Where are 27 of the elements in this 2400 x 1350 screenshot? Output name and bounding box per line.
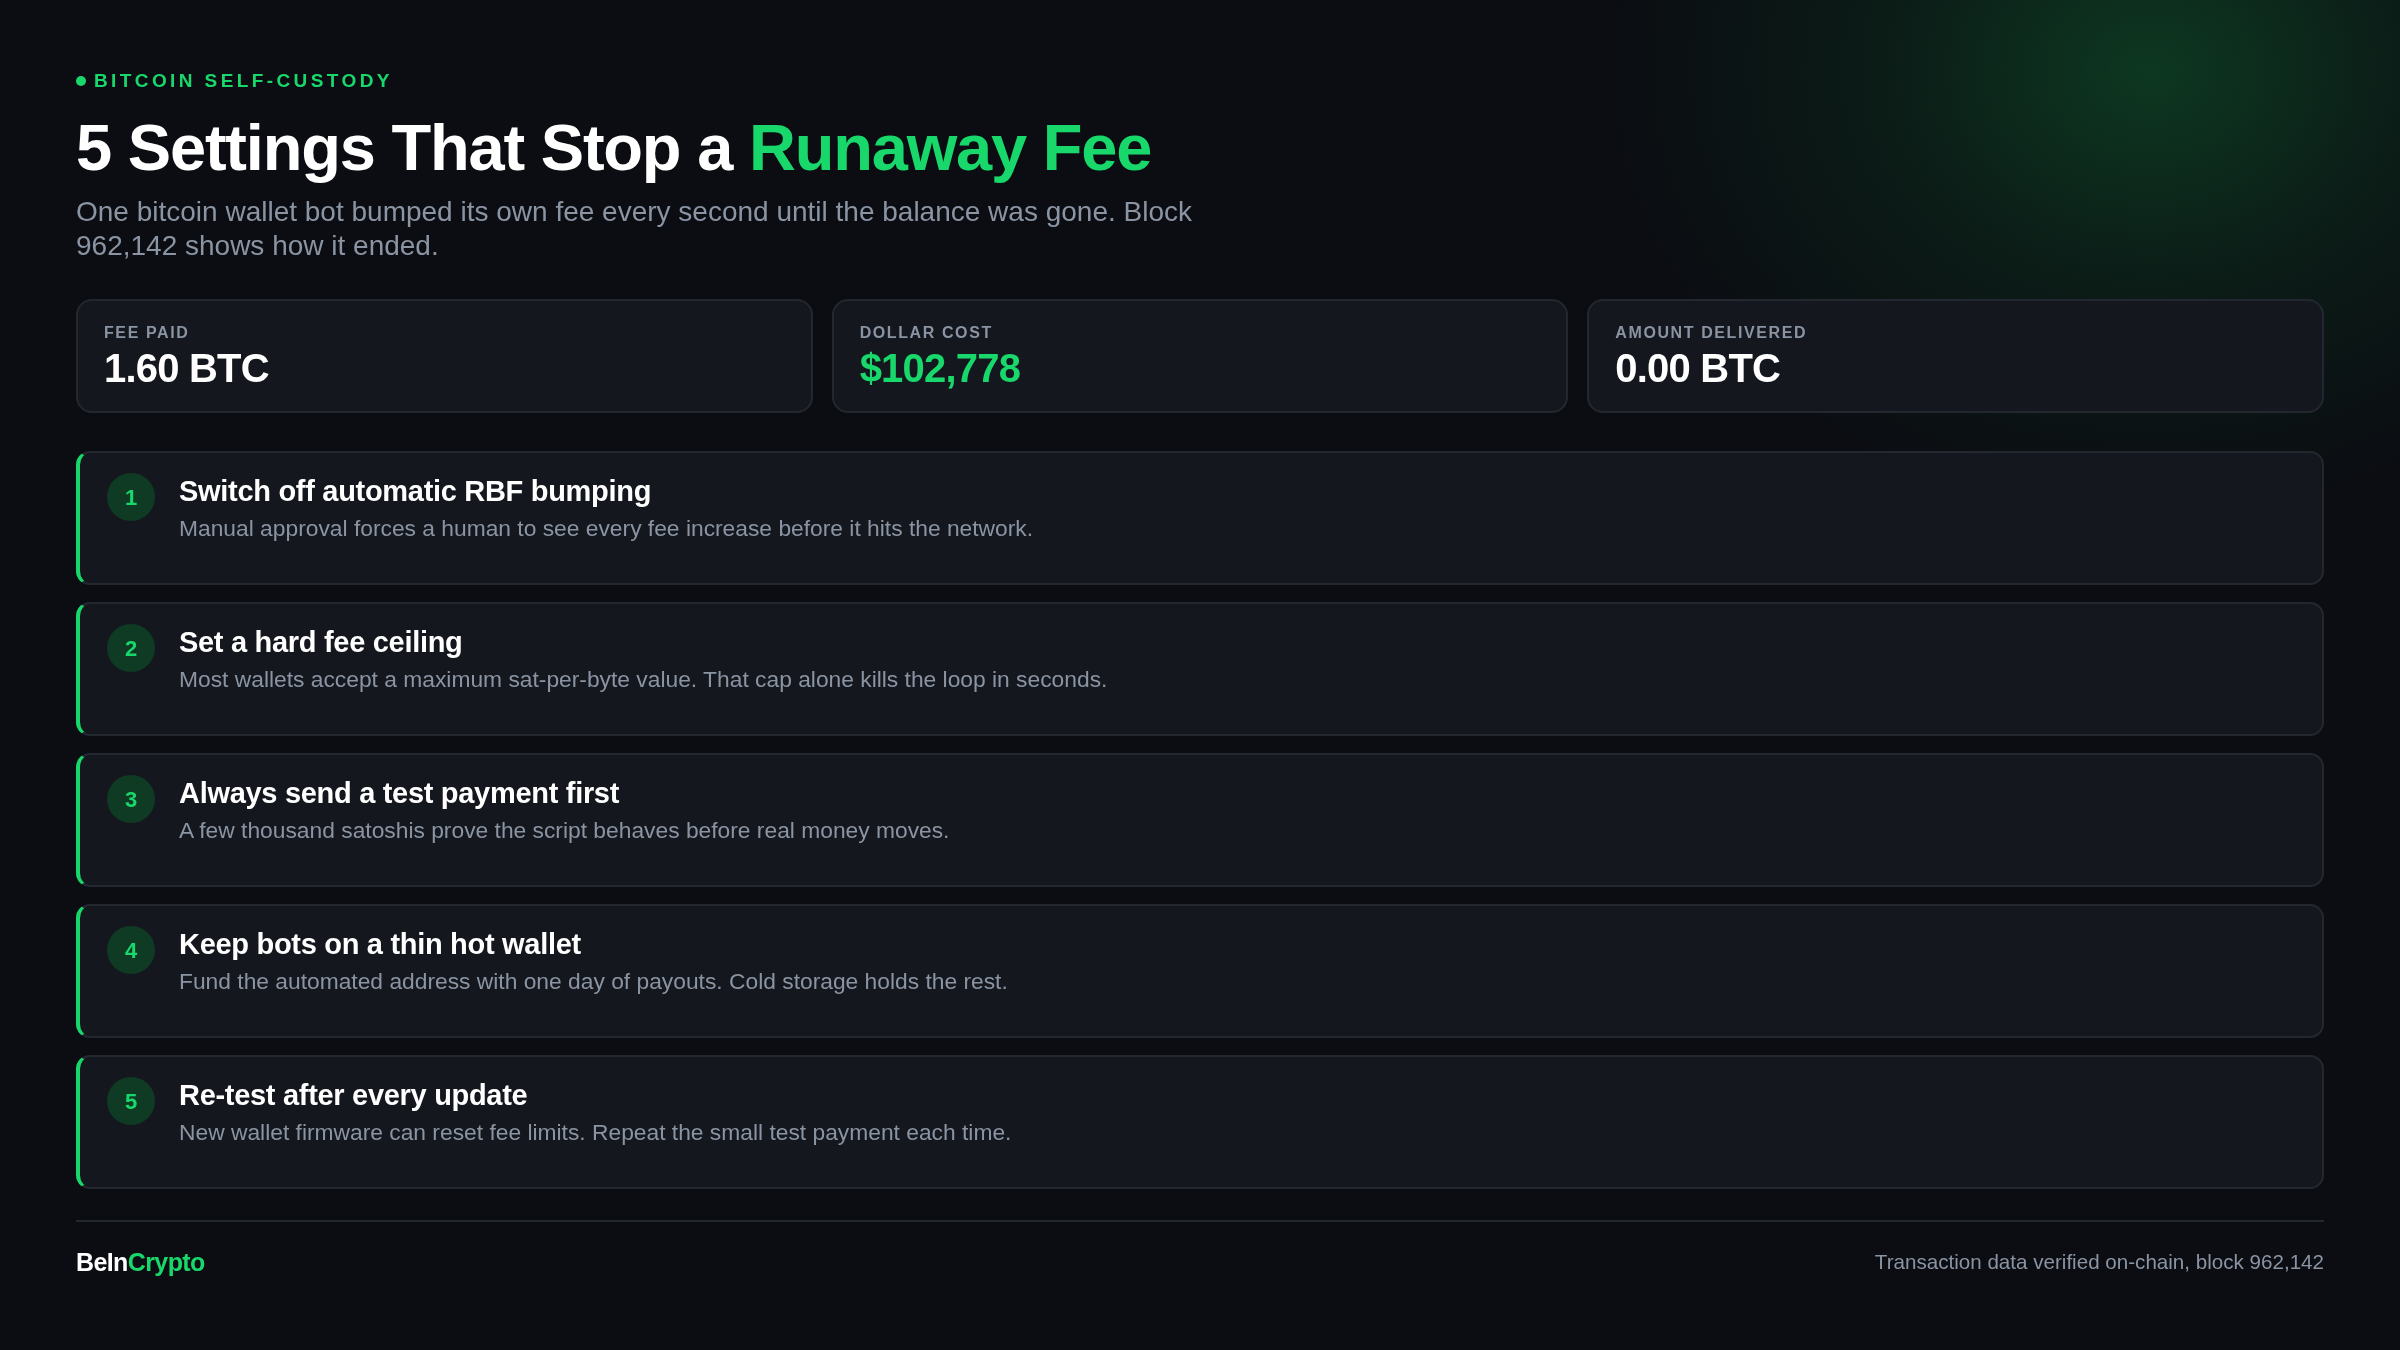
step-description: Manual approval forces a human to see every fee increase before it hits the network. [179, 514, 1034, 543]
step-number-badge: 2 [107, 624, 155, 672]
page-title: 5 Settings That Stop a Runaway Fee [76, 111, 1153, 185]
step-description: Fund the automated address with one day of payouts. Cold storage holds the rest. [179, 967, 1008, 996]
step-description: A few thousand satoshis prove the script behaves before real money moves. [179, 816, 950, 845]
step-number-badge: 3 [107, 775, 155, 823]
stat-label: FEE PAID [104, 323, 190, 343]
step-number-badge: 1 [107, 473, 155, 521]
brand-logo: BeInCrypto [76, 1247, 205, 1278]
stat-label: DOLLAR COST [859, 323, 993, 343]
step-title: Re-test after every update [179, 1078, 528, 1113]
step-title: Switch off automatic RBF bumping [179, 474, 652, 509]
step-number-badge: 4 [107, 926, 155, 974]
step-number-badge: 5 [107, 1077, 155, 1125]
stat-value: 0.00 BTC [1615, 345, 1781, 391]
stat-label: AMOUNT DELIVERED [1615, 323, 1808, 343]
step-description: New wallet firmware can reset fee limits. Repeat the small test payment each time. [179, 1118, 1012, 1147]
dot-icon [76, 76, 86, 86]
stat-value: $102,778 [859, 345, 1021, 391]
footer-note: Transaction data verified on-chain, block 962,142 [1874, 1249, 2324, 1276]
stat-value: 1.60 BTC [104, 345, 269, 391]
step-title: Set a hard fee ceiling [179, 625, 463, 660]
subtitle: One bitcoin wallet bot bumped its own fee every second until the balance was gone. Block 962,142 shows how it ended. [76, 195, 1193, 263]
step-description: Most wallets accept a maximum sat-per-byte value. That cap alone kills the loop in seconds. [179, 665, 1108, 694]
eyebrow-label: BITCOIN SELF-CUSTODY [94, 69, 393, 93]
step-title: Always send a test payment first [179, 776, 620, 811]
step-title: Keep bots on a thin hot wallet [179, 927, 581, 962]
